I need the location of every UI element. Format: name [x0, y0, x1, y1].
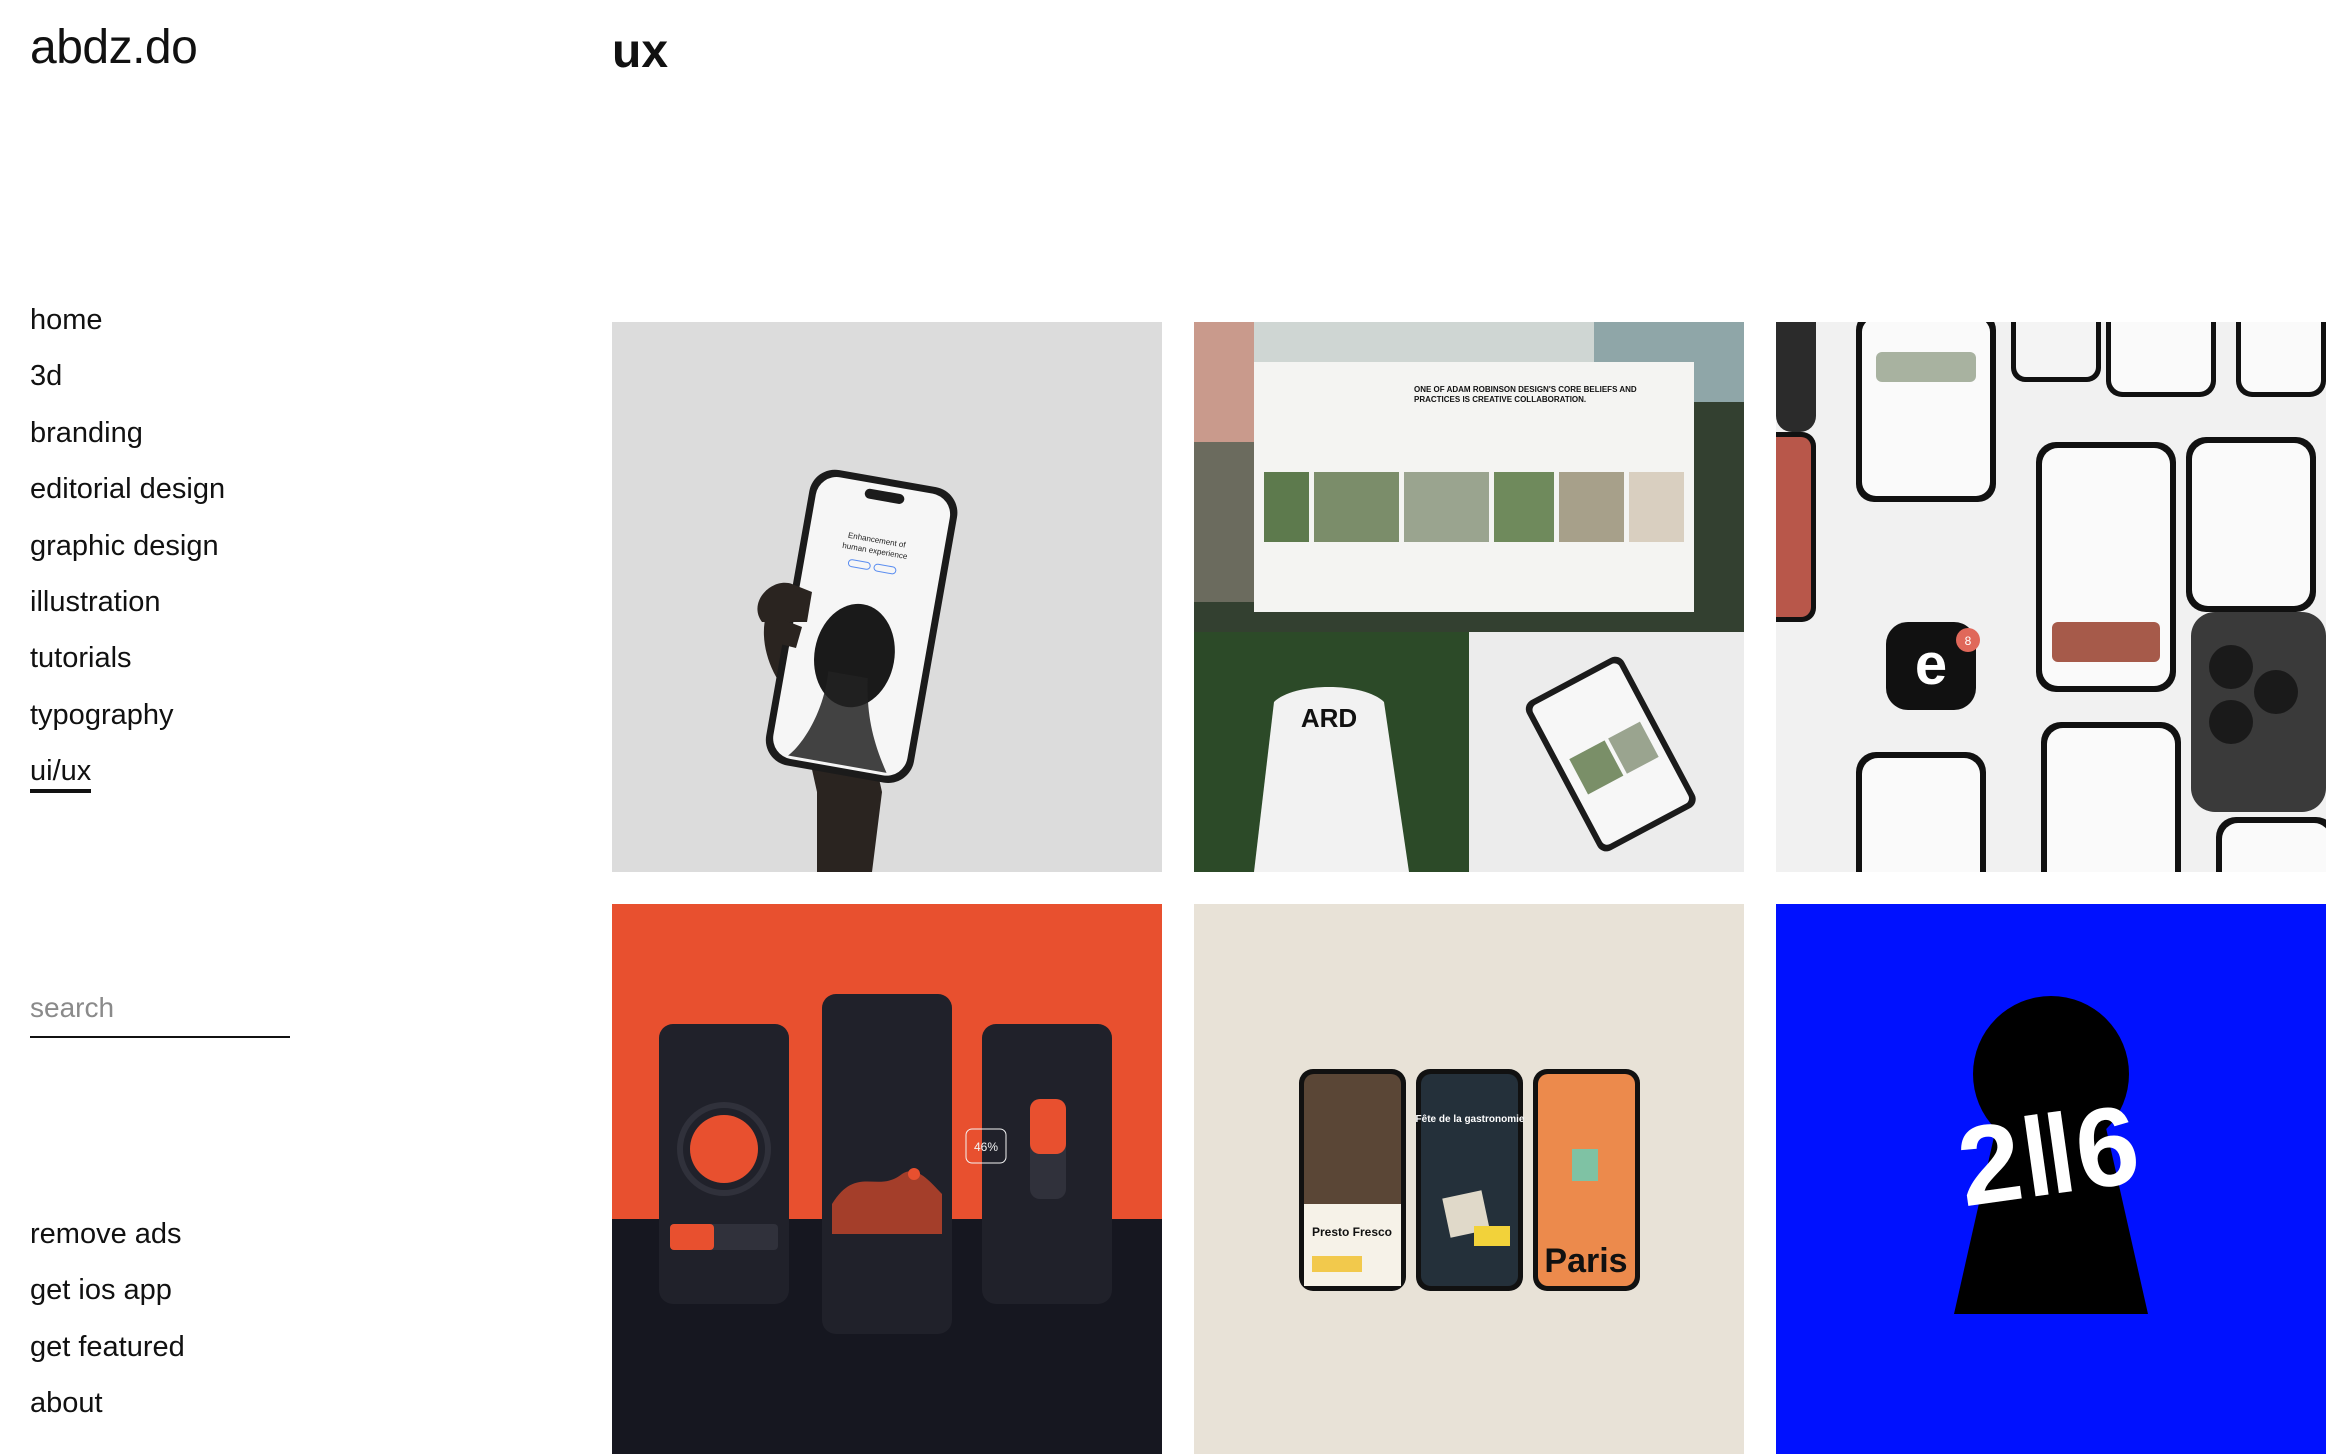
project-tile-smart-home[interactable]: 46%: [612, 904, 1162, 1454]
keyhole-logo-image: 2‖6: [1776, 904, 2326, 1454]
project-tile-app-screens[interactable]: e 8: [1776, 322, 2326, 872]
about-link[interactable]: about: [30, 1381, 330, 1437]
get-ios-app-link[interactable]: get ios app: [30, 1268, 330, 1324]
phone-in-hand-image: Enhancement of human experience: [612, 322, 1162, 872]
nav-item-graphic-design[interactable]: graphic design: [30, 524, 330, 580]
svg-text:PRACTICES IS CREATIVE COLLABOR: PRACTICES IS CREATIVE COLLABORATION.: [1414, 395, 1586, 404]
nav-item-label: branding: [30, 416, 143, 449]
app-screens-image: e 8: [1776, 322, 2326, 872]
project-tile-phone-in-hand[interactable]: Enhancement of human experience: [612, 322, 1162, 872]
nav-item-label: editorial design: [30, 473, 226, 506]
nav-item-label: illustration: [30, 585, 161, 618]
page-title: ux: [612, 25, 669, 78]
project-tile-restaurant[interactable]: Presto Fresco Fête de la gastronomie Par…: [1194, 904, 1744, 1454]
restaurant-phones-image: Presto Fresco Fête de la gastronomie Par…: [1194, 904, 1744, 1454]
nav-item-home[interactable]: home: [30, 298, 330, 354]
nav-item-label: typography: [30, 698, 174, 731]
phone-label-fete: Fête de la gastronomie: [1416, 1114, 1525, 1125]
nav-item-ui-ux[interactable]: ui/ux: [30, 749, 330, 805]
shirt-text: ARD: [1301, 703, 1357, 733]
remove-ads-link[interactable]: remove ads: [30, 1212, 330, 1268]
nav-item-editorial-design[interactable]: editorial design: [30, 467, 330, 523]
keyhole-number: 2‖6: [1950, 1081, 2146, 1230]
smart-home-image: 46%: [612, 904, 1162, 1454]
nav-item-label: ui/ux: [30, 755, 92, 794]
phone-label-presto: Presto Fresco: [1312, 1225, 1392, 1239]
app-badge: 8: [1965, 634, 1972, 648]
nav-item-label: tutorials: [30, 642, 132, 675]
get-featured-link[interactable]: get featured: [30, 1325, 330, 1381]
project-tile-keyhole[interactable]: 2‖6: [1776, 904, 2326, 1454]
phone-label-paris: Paris: [1544, 1242, 1627, 1280]
site-logo[interactable]: abdz.do: [30, 20, 198, 75]
nav-item-tutorials[interactable]: tutorials: [30, 636, 330, 692]
nav-item-branding[interactable]: branding: [30, 411, 330, 467]
footer-links: remove ads get ios app get featured abou…: [30, 1212, 330, 1438]
nav-item-3d[interactable]: 3d: [30, 354, 330, 410]
blind-percent: 46%: [974, 1140, 998, 1154]
nav-item-label: home: [30, 304, 103, 336]
nav-item-illustration[interactable]: illustration: [30, 580, 330, 636]
collaborations-mockup-image: ONE OF ADAM ROBINSON DESIGN'S CORE BELIE…: [1194, 322, 1744, 872]
svg-text:ONE OF ADAM ROBINSON DESIGN'S: ONE OF ADAM ROBINSON DESIGN'S CORE BELIE…: [1414, 385, 1637, 394]
category-nav: home 3d branding editorial design graphi…: [30, 298, 330, 806]
nav-item-label: graphic design: [30, 529, 219, 562]
project-tile-collaborations[interactable]: ONE OF ADAM ROBINSON DESIGN'S CORE BELIE…: [1194, 322, 1744, 872]
nav-item-typography[interactable]: typography: [30, 693, 330, 749]
app-letter: e: [1915, 632, 1947, 697]
search-input[interactable]: [30, 980, 290, 1038]
nav-item-label: 3d: [30, 360, 63, 393]
